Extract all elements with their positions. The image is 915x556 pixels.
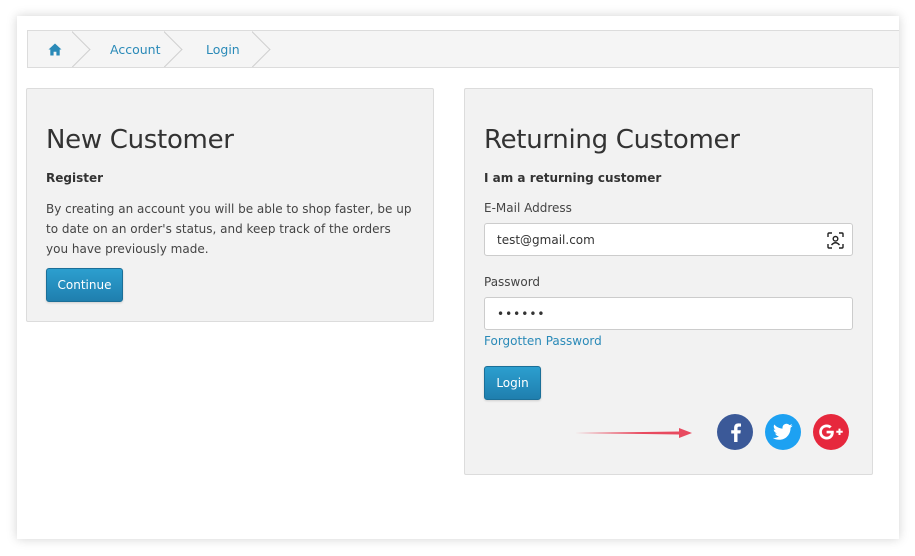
breadcrumb-item-login[interactable]: Login [178,31,266,67]
arrow-annotation [575,428,692,438]
email-value[interactable]: test@gmail.com [497,233,595,247]
continue-button[interactable]: Continue [46,268,123,302]
returning-customer-subtitle: I am a returning customer [484,171,662,185]
breadcrumb: Account Login [27,30,899,68]
google-plus-login-button[interactable] [813,414,849,450]
password-field[interactable]: •••••• [484,297,853,330]
breadcrumb-label[interactable]: Login [206,42,240,57]
contact-autofill-icon[interactable] [827,232,844,249]
email-field[interactable]: test@gmail.com [484,223,853,256]
register-subtitle: Register [46,171,104,185]
breadcrumb-item-account[interactable]: Account [86,31,178,67]
home-icon [48,43,62,55]
breadcrumb-home[interactable] [28,31,86,67]
register-description: By creating an account you will be able … [46,202,412,256]
facebook-login-button[interactable] [717,414,753,450]
new-customer-title: New Customer [46,125,234,155]
login-page-card: Account Login New Customer Register By c… [17,16,899,539]
twitter-icon [773,423,793,440]
forgotten-password-link[interactable]: Forgotten Password [484,334,602,348]
new-customer-panel: New Customer Register By creating an acc… [26,88,434,322]
facebook-icon [731,423,741,442]
breadcrumb-label[interactable]: Account [110,42,160,57]
password-value[interactable]: •••••• [497,307,545,321]
returning-customer-title: Returning Customer [484,125,740,155]
google-plus-icon [819,424,843,440]
returning-customer-panel: Returning Customer I am a returning cust… [464,88,873,475]
login-button[interactable]: Login [484,366,541,400]
breadcrumb-separator [252,31,272,67]
email-label: E-Mail Address [484,201,572,215]
twitter-login-button[interactable] [765,414,801,450]
password-label: Password [484,275,541,289]
